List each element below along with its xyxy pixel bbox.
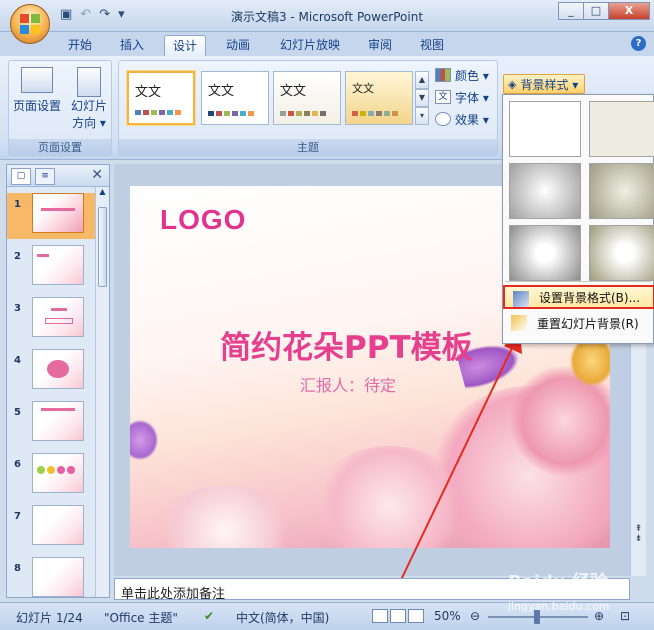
close-button[interactable]: X — [608, 2, 650, 20]
language: 中文(简体，中国) — [236, 611, 330, 625]
restore-button[interactable]: □ — [583, 2, 609, 20]
watermark-logo: Baidu 经验 jingyan.baidu.com — [508, 572, 610, 613]
reset-background-menu-item[interactable]: 重置幻灯片背景(R) — [503, 311, 654, 335]
theme-gallery-scroll[interactable]: ▲ ▼ ▾ — [415, 71, 429, 125]
page-setup-icon — [21, 67, 53, 93]
background-styles-icon: ◈ — [508, 77, 517, 91]
thumbnail-image — [32, 245, 84, 285]
thumbnail-image — [32, 401, 84, 441]
slide-thumbnail-2[interactable]: 2 — [7, 245, 95, 291]
theme-name: "Office 主题" — [104, 611, 178, 625]
butterfly-image — [130, 420, 158, 460]
office-button[interactable] — [10, 4, 50, 44]
theme-colors-button[interactable]: 颜色 ▾ — [435, 65, 489, 85]
format-background-menu-item[interactable]: 设置背景格式(B)... — [503, 285, 654, 309]
slide-orientation-icon — [77, 67, 101, 97]
tab-view[interactable]: 视图 — [412, 35, 452, 56]
normal-view-icon[interactable] — [372, 609, 388, 623]
slides-panel-scrollbar[interactable]: ▲ — [95, 187, 109, 597]
background-style-2[interactable] — [589, 101, 654, 157]
slide-subtitle[interactable]: 汇报人：待定 — [300, 372, 396, 396]
reset-background-icon — [511, 315, 527, 331]
slide-thumbnail-8[interactable]: 8 — [7, 557, 95, 603]
previous-slide-icon[interactable]: ⇞ — [631, 524, 646, 534]
theme-4[interactable]: 文文 — [345, 71, 413, 125]
scroll-up-icon[interactable]: ▲ — [96, 187, 109, 196]
zoom-out-icon[interactable]: ⊖ — [470, 609, 480, 623]
thumbnail-image — [32, 349, 84, 389]
page-setup-group-label: 页面设置 — [9, 139, 111, 155]
menu-separator — [505, 281, 651, 282]
slide-logo-text[interactable]: LOGO — [160, 204, 246, 236]
background-styles-button[interactable]: ◈ 背景样式 ▾ — [503, 74, 586, 94]
page-setup-group: 页面设置 幻灯片 方向 ▾ 页面设置 — [8, 60, 112, 156]
fonts-icon: 文 — [435, 90, 451, 104]
gallery-down-icon[interactable]: ▼ — [415, 89, 429, 107]
slides-panel-tabs: ▢ ≡ ✕ — [7, 165, 109, 187]
background-style-1[interactable] — [509, 101, 581, 157]
fit-to-window-icon[interactable]: ⊡ — [620, 609, 630, 623]
minimize-button[interactable]: _ — [558, 2, 584, 20]
background-style-6[interactable] — [589, 225, 654, 281]
tab-design[interactable]: 设计 — [164, 35, 207, 56]
themes-group: 文文 文文 文文 文文 ▲ ▼ ▾ 颜色 ▾ 文 字体 ▾ 效果 ▾ 主题 — [118, 60, 498, 156]
window-controls: _ □ X — [558, 2, 650, 20]
slide-count: 幻灯片 1/24 — [16, 611, 83, 625]
background-style-5[interactable] — [509, 225, 581, 281]
slide-thumbnail-4[interactable]: 4 — [7, 349, 95, 395]
thumbnail-image — [32, 505, 84, 545]
theme-office[interactable]: 文文 — [127, 71, 195, 125]
background-style-3[interactable] — [509, 163, 581, 219]
gallery-more-icon[interactable]: ▾ — [415, 107, 429, 125]
theme-2[interactable]: 文文 — [201, 71, 269, 125]
slides-tab[interactable]: ▢ — [11, 168, 31, 185]
slideshow-view-icon[interactable] — [408, 609, 424, 623]
slide-thumbnail-7[interactable]: 7 — [7, 505, 95, 551]
slide-thumbnail-6[interactable]: 6 — [7, 453, 95, 499]
theme-3[interactable]: 文文 — [273, 71, 341, 125]
background-styles-dropdown: 设置背景格式(B)... 重置幻灯片背景(R) — [502, 94, 654, 344]
colors-icon — [435, 68, 451, 82]
tab-review[interactable]: 审阅 — [360, 35, 400, 56]
thumbnail-image — [32, 193, 84, 233]
window-title: 演示文稿3 - Microsoft PowerPoint — [230, 10, 424, 24]
gallery-up-icon[interactable]: ▲ — [415, 71, 429, 89]
slide-orientation-button[interactable]: 幻灯片 方向 ▾ — [67, 67, 111, 131]
scroll-thumb[interactable] — [98, 207, 107, 287]
close-panel-icon[interactable]: ✕ — [91, 167, 103, 183]
slide-sorter-icon[interactable] — [390, 609, 406, 623]
annotation-arrow — [399, 330, 522, 583]
outline-tab[interactable]: ≡ — [35, 168, 55, 185]
tab-insert[interactable]: 插入 — [112, 35, 152, 56]
zoom-level[interactable]: 50% — [434, 609, 461, 623]
spellcheck-icon[interactable]: ✔ — [204, 609, 214, 623]
thumbnail-image — [32, 453, 84, 493]
thumbnail-image — [32, 297, 84, 337]
tab-animations[interactable]: 动画 — [218, 35, 258, 56]
themes-group-label: 主题 — [119, 139, 497, 155]
theme-fonts-button[interactable]: 文 字体 ▾ — [435, 87, 489, 107]
slide-thumbnail-1[interactable]: 1 — [7, 193, 95, 239]
next-slide-icon[interactable]: ⇟ — [631, 534, 646, 544]
effects-icon — [435, 112, 451, 126]
tab-slideshow[interactable]: 幻灯片放映 — [272, 35, 348, 56]
paint-bucket-icon — [513, 291, 529, 307]
theme-effects-button[interactable]: 效果 ▾ — [435, 109, 489, 129]
office-logo-icon — [20, 14, 40, 34]
thumbnail-image — [32, 557, 84, 597]
slides-panel: ▢ ≡ ✕ 1 2 3 4 5 6 7 8 ▲ — [6, 164, 110, 598]
slide-thumbnail-3[interactable]: 3 — [7, 297, 95, 343]
ribbon-tabs: 开始 插入 设计 动画 幻灯片放映 审阅 视图 — [0, 32, 654, 56]
page-setup-button[interactable]: 页面设置 — [13, 67, 61, 114]
title-bar: ▣ ↶ ↷ ▾ 演示文稿3 - Microsoft PowerPoint _ □… — [0, 0, 654, 32]
tab-home[interactable]: 开始 — [60, 35, 100, 56]
slide-thumbnail-5[interactable]: 5 — [7, 401, 95, 447]
background-style-4[interactable] — [589, 163, 654, 219]
help-icon[interactable]: ? — [631, 36, 646, 51]
